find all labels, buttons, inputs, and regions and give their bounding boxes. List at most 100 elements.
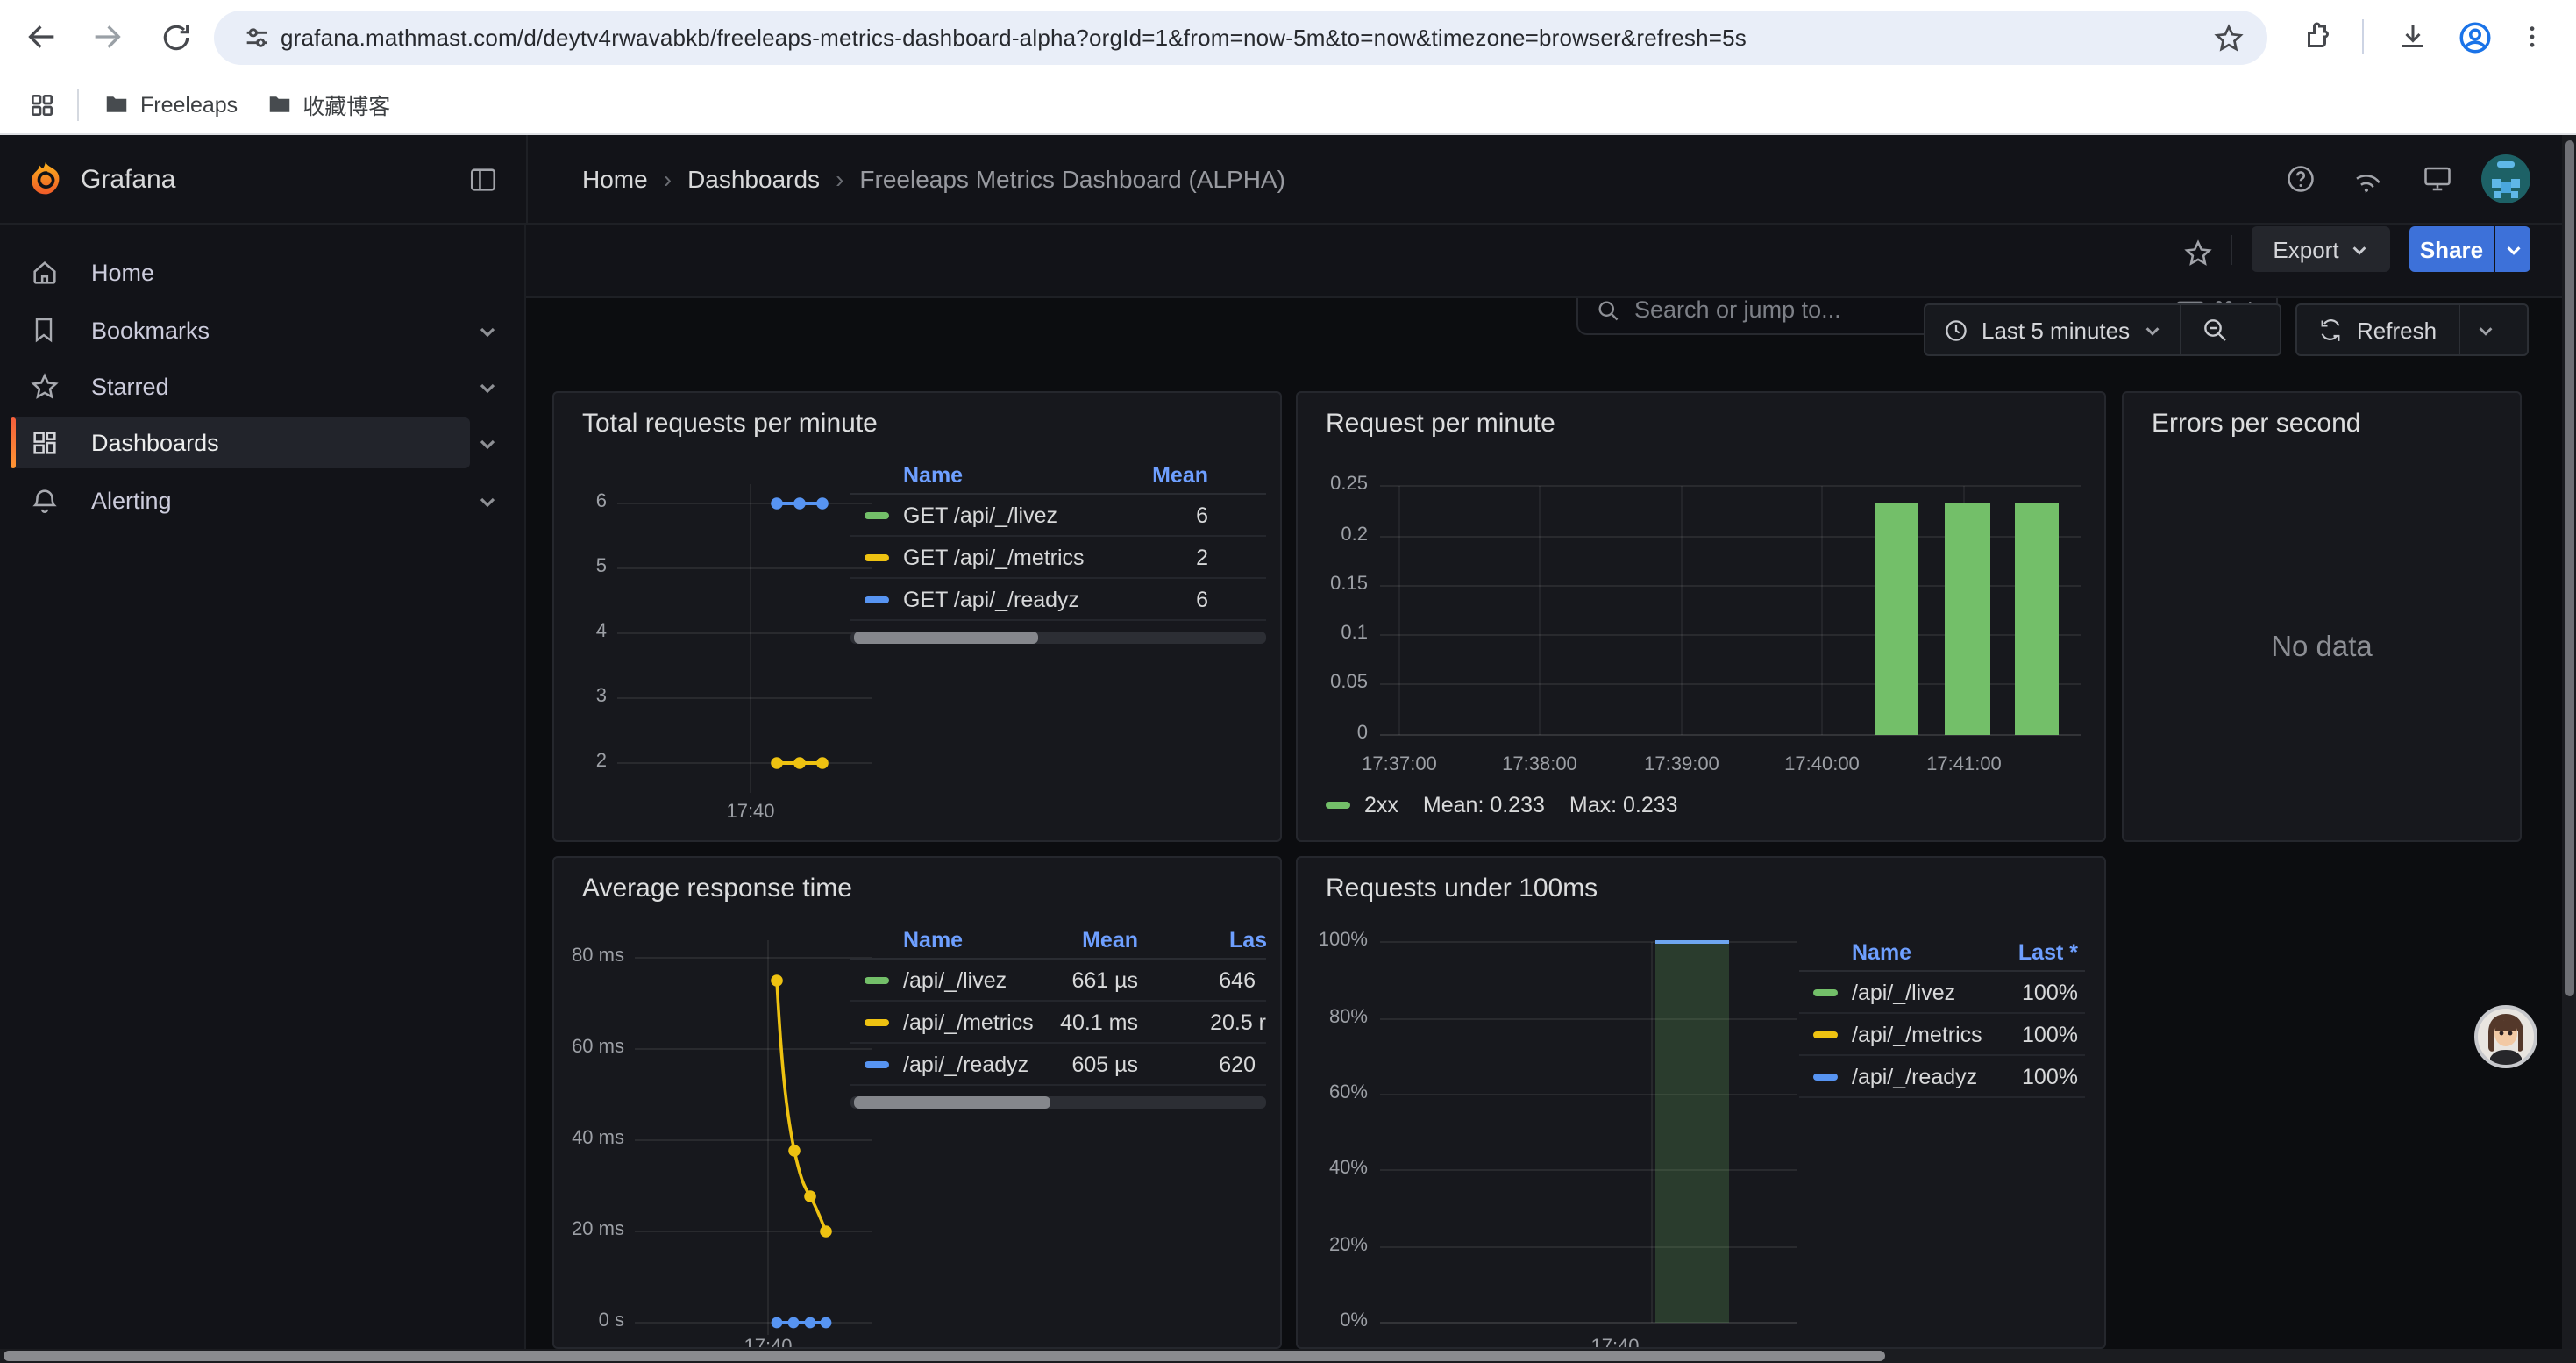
bookmark-star-icon[interactable] <box>2204 13 2253 62</box>
y-tick: 20% <box>1301 1235 1368 1256</box>
legend-row[interactable]: GET /api/_/livez 6 <box>850 495 1266 537</box>
legend-scrollbar-thumb[interactable] <box>854 632 1038 644</box>
legend-header-mean[interactable]: Mean <box>1152 463 1208 488</box>
y-tick: 80 ms <box>554 946 624 967</box>
reload-icon[interactable] <box>151 12 200 61</box>
y-tick: 0 <box>1301 723 1368 744</box>
time-range-picker[interactable]: Last 5 minutes <box>1925 305 2179 354</box>
breadcrumb-home[interactable]: Home <box>582 165 648 193</box>
share-button[interactable]: Share <box>2409 226 2494 272</box>
bookmark-folder-blogs[interactable]: 收藏博客 <box>252 88 404 121</box>
mega-menu-toggle-icon[interactable] <box>459 156 505 202</box>
grafana-header: Grafana Home › Dashboards › Freeleaps Me… <box>0 135 2576 225</box>
extensions-icon[interactable] <box>2294 12 2343 61</box>
legend-header-name[interactable]: Name <box>1852 940 1911 965</box>
sidebar-item-label: Home <box>91 260 154 286</box>
legend-row[interactable]: /api/_/metrics 100% <box>1799 1014 2085 1056</box>
refresh-label: Refresh <box>2357 317 2437 343</box>
panel-errors-per-second[interactable]: Errors per second No data <box>2122 391 2522 842</box>
x-tick: 17:40 <box>707 802 794 823</box>
url-bar[interactable]: grafana.mathmast.com/d/deytv4rwavabkb/fr… <box>214 11 2267 65</box>
browser-menu-icon[interactable] <box>2508 12 2557 61</box>
series-swatch <box>1813 1074 1838 1081</box>
legend-row[interactable]: GET /api/_/metrics 2 <box>850 537 1266 579</box>
refresh-button[interactable]: Refresh <box>2297 305 2458 354</box>
legend-row[interactable]: /api/_/readyz 100% <box>1799 1056 2085 1098</box>
export-button[interactable]: Export <box>2252 226 2390 272</box>
chevron-down-icon[interactable] <box>477 376 498 397</box>
grafana-logo-icon[interactable] <box>26 160 65 198</box>
y-tick: 60 ms <box>554 1037 624 1058</box>
chevron-down-icon[interactable] <box>477 432 498 453</box>
zoom-out-icon <box>2200 316 2228 344</box>
actions-divider <box>2231 235 2232 265</box>
chevron-down-icon <box>2142 320 2161 339</box>
breadcrumb: Home › Dashboards › Freeleaps Metrics Da… <box>582 165 1285 193</box>
bookmark-folder-freeleaps[interactable]: Freeleaps <box>89 91 252 118</box>
series-last: 20.5 r <box>1210 1010 1266 1035</box>
monitor-icon[interactable] <box>2415 156 2460 202</box>
chevron-down-icon[interactable] <box>477 490 498 511</box>
news-rss-icon[interactable] <box>2345 156 2390 202</box>
y-tick: 0 s <box>554 1310 624 1331</box>
panel-avg-response-time[interactable]: Average response time 80 ms 60 ms 40 ms … <box>552 856 1282 1349</box>
user-avatar[interactable] <box>2481 154 2530 203</box>
y-tick: 2 <box>561 751 607 772</box>
y-tick: 6 <box>561 491 607 512</box>
sidebar-item-alerting[interactable]: Alerting <box>0 475 526 526</box>
legend-row[interactable]: /api/_/livez 100% <box>1799 972 2085 1014</box>
help-icon[interactable] <box>2278 156 2323 202</box>
sidebar-item-home[interactable]: Home <box>0 247 526 298</box>
series-name: GET /api/_/metrics <box>903 546 1085 570</box>
vertical-scrollbar-thumb[interactable] <box>2565 140 2573 996</box>
bookmark-icon <box>30 316 60 346</box>
legend-scrollbar[interactable] <box>850 632 1266 644</box>
downloads-icon[interactable] <box>2388 12 2437 61</box>
panel-total-requests[interactable]: Total requests per minute 6 5 4 3 2 17:4… <box>552 391 1282 842</box>
zoom-out-button[interactable] <box>2181 305 2247 354</box>
legend-header-last[interactable]: Last * <box>2018 940 2078 965</box>
y-tick: 0.2 <box>1301 525 1368 546</box>
legend-header-name[interactable]: Name <box>903 928 963 953</box>
panel-request-per-minute[interactable]: Request per minute 0.25 0.2 0.15 0.1 0.0… <box>1296 391 2106 842</box>
legend-row[interactable]: /api/_/readyz 605 µs 620 <box>850 1044 1266 1086</box>
legend-scrollbar-thumb[interactable] <box>854 1096 1050 1109</box>
profile-icon[interactable] <box>2450 12 2499 61</box>
url-text: grafana.mathmast.com/d/deytv4rwavabkb/fr… <box>281 25 2069 51</box>
sidebar-item-dashboards[interactable]: Dashboards <box>0 417 526 468</box>
forward-icon[interactable] <box>82 12 132 61</box>
series-mean: 40.1 ms <box>1060 1010 1138 1035</box>
legend-header-mean[interactable]: Mean <box>1082 928 1138 953</box>
series-swatch <box>865 554 889 561</box>
brand-name[interactable]: Grafana <box>81 165 175 195</box>
favorite-star-icon[interactable] <box>2174 230 2220 275</box>
legend-row[interactable]: /api/_/livez 661 µs 646 <box>850 960 1266 1002</box>
sidebar-item-bookmarks[interactable]: Bookmarks <box>0 305 526 356</box>
chevron-down-icon[interactable] <box>477 320 498 341</box>
sidebar-item-starred[interactable]: Starred <box>0 361 526 412</box>
y-tick: 4 <box>561 621 607 642</box>
legend-row[interactable]: /api/_/metrics 40.1 ms 20.5 r <box>850 1002 1266 1044</box>
series-last: 100% <box>2022 1023 2078 1047</box>
share-dropdown-button[interactable] <box>2495 226 2530 272</box>
panel-under-100ms[interactable]: Requests under 100ms 100% 80% 60% 40% 20… <box>1296 856 2106 1349</box>
x-tick: 17:37:00 <box>1347 754 1452 775</box>
refresh-interval-dropdown[interactable] <box>2459 305 2512 354</box>
refresh-icon <box>2318 318 2343 342</box>
legend-row[interactable]: GET /api/_/readyz 6 <box>850 579 1266 621</box>
horizontal-scrollbar-thumb[interactable] <box>4 1351 1885 1361</box>
tune-icon[interactable] <box>231 13 281 62</box>
horizontal-scrollbar[interactable] <box>0 1349 2576 1363</box>
floating-assistant-avatar[interactable] <box>2474 1005 2537 1068</box>
legend-header-name[interactable]: Name <box>903 463 963 488</box>
legend[interactable]: 2xx Mean: 0.233 Max: 0.233 <box>1326 793 1678 817</box>
back-icon[interactable] <box>18 12 67 61</box>
sidebar-item-label: Dashboards <box>91 430 219 456</box>
legend-header-last[interactable]: Las <box>1229 928 1267 953</box>
breadcrumb-dashboards[interactable]: Dashboards <box>687 165 820 193</box>
vertical-scrollbar[interactable] <box>2562 135 2576 1363</box>
legend-scrollbar[interactable] <box>850 1096 1266 1109</box>
legend-table: Name Mean Las /api/_/livez 661 µs 646 /a… <box>850 924 1266 1086</box>
apps-grid-icon[interactable] <box>18 80 67 129</box>
series-swatch <box>1326 802 1350 809</box>
